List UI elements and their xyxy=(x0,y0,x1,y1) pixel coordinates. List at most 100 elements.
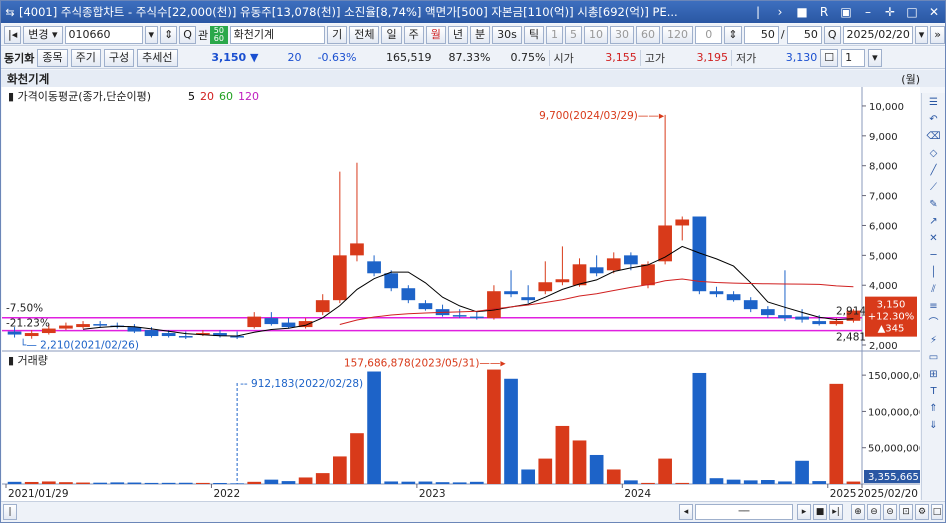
copy-icon[interactable]: ▣ xyxy=(835,3,857,21)
volume-bar xyxy=(795,460,809,484)
candle-body xyxy=(521,297,536,301)
code-dropdown-icon[interactable]: ▾ xyxy=(144,25,159,44)
candle-body xyxy=(829,320,844,325)
page-dropdown-icon[interactable]: ▾ xyxy=(868,48,882,67)
volume-bar xyxy=(24,481,39,484)
zero-field[interactable]: 0 xyxy=(694,25,723,44)
volume-bar xyxy=(7,481,22,484)
text-tool-icon[interactable]: T xyxy=(924,384,944,399)
scroll-forward-icon[interactable]: ▸ xyxy=(797,504,811,520)
stop-icon[interactable]: ■ xyxy=(791,3,813,21)
fibo-tool-icon[interactable]: ≡ xyxy=(924,299,944,314)
scroll-back-icon[interactable]: ◂ xyxy=(679,504,693,520)
page-input[interactable]: 1 xyxy=(841,48,866,67)
box-tool-icon[interactable]: ▭ xyxy=(924,350,944,365)
count-input-2[interactable]: 50 xyxy=(786,25,822,44)
volume-bar xyxy=(760,480,775,484)
vline-tool-icon[interactable]: │ xyxy=(924,265,944,280)
menu-icon[interactable]: ☰ xyxy=(924,95,944,110)
name-input[interactable]: 화천기계 xyxy=(229,25,326,44)
code-input[interactable]: 010660 xyxy=(64,25,143,44)
zigzag-tool-icon[interactable]: ⚡ xyxy=(924,333,944,348)
volume-bar xyxy=(675,482,690,484)
zero-stepper-icon[interactable]: ⇕ xyxy=(724,25,742,44)
pct-lower-label: -21.23% xyxy=(6,318,50,330)
minute-1[interactable]: 1 xyxy=(545,25,563,44)
hline-tool-icon[interactable]: ─ xyxy=(924,248,944,263)
stop-scroll-icon[interactable]: ■ xyxy=(813,504,827,520)
period-30s[interactable]: 30s xyxy=(492,25,522,44)
price-panel-bg xyxy=(2,87,920,349)
minute-60[interactable]: 60 xyxy=(635,25,660,44)
volume-tick-label: 150,000,000 xyxy=(868,371,920,382)
move-icon[interactable]: ✛ xyxy=(879,3,901,21)
period-button[interactable]: 주기 xyxy=(70,48,101,67)
grid-tool-icon[interactable]: ⊞ xyxy=(924,367,944,382)
minute-10[interactable]: 10 xyxy=(583,25,608,44)
stock-chart[interactable]: 10,0009,0008,0007,0006,0005,0004,0003,00… xyxy=(2,87,932,501)
pen-tool-icon[interactable]: ✎ xyxy=(924,197,944,212)
minute-120[interactable]: 120 xyxy=(661,25,693,44)
minimize-icon[interactable]: – xyxy=(857,3,879,21)
eraser-icon[interactable]: ◇ xyxy=(924,146,944,161)
zoom-in-icon[interactable]: ⊕ xyxy=(851,504,865,520)
x-tick-label: 2024 xyxy=(624,488,651,500)
gi-button[interactable]: 기 xyxy=(327,25,348,44)
count-input-1[interactable]: 50 xyxy=(743,25,779,44)
search-icon[interactable]: Q xyxy=(179,25,196,44)
volume-bar xyxy=(350,433,364,484)
zoom-fit-icon[interactable]: ⊡ xyxy=(899,504,913,520)
period-tick[interactable]: 틱 xyxy=(523,25,544,44)
period-year[interactable]: 년 xyxy=(447,25,468,44)
arrow-up-tool-icon[interactable]: ⇑ xyxy=(924,401,944,416)
minute-30[interactable]: 30 xyxy=(609,25,634,44)
period-day[interactable]: 일 xyxy=(381,25,402,44)
r-icon[interactable]: R xyxy=(813,3,835,21)
nav-right-icon[interactable]: › xyxy=(769,3,791,21)
volume-bar xyxy=(829,383,844,484)
page-checkbox[interactable]: ☐ xyxy=(820,48,839,67)
nav-left-icon[interactable]: | xyxy=(747,3,769,21)
channel-tool-icon[interactable]: ⫽ xyxy=(924,282,944,297)
zoom-reset-icon[interactable]: ⊝ xyxy=(883,504,897,520)
delete-all-icon[interactable]: ⌫ xyxy=(924,129,944,144)
period-minute[interactable]: 분 xyxy=(469,25,491,44)
more-icon[interactable]: » xyxy=(930,25,945,44)
fullscreen-icon[interactable]: □ xyxy=(931,504,943,520)
date-search-icon[interactable]: Q xyxy=(823,25,841,44)
arrow-down-tool-icon[interactable]: ⇓ xyxy=(924,418,944,433)
item-button[interactable]: 종목 xyxy=(37,48,68,67)
ray-tool-icon[interactable]: ⟋ xyxy=(924,180,944,195)
volume-bar xyxy=(624,480,638,484)
scroll-thumb[interactable]: ── xyxy=(695,504,793,520)
candle-body xyxy=(315,300,330,313)
volume-bar xyxy=(401,481,416,484)
close-icon[interactable]: ✕ xyxy=(923,3,945,21)
minute-5[interactable]: 5 xyxy=(564,25,582,44)
cross-tool-icon[interactable]: ✕ xyxy=(924,231,944,246)
line-tool-icon[interactable]: ╱ xyxy=(924,163,944,178)
x-tick-label: 2022 xyxy=(213,488,240,500)
trend-tool-icon[interactable]: ↗ xyxy=(924,214,944,229)
chart-area[interactable]: 10,0009,0008,0007,0006,0005,0004,0003,00… xyxy=(2,87,932,501)
sync-label[interactable]: 동기화 xyxy=(4,50,34,66)
period-month[interactable]: 월 xyxy=(425,25,446,44)
trendline-button[interactable]: 추세선 xyxy=(137,48,178,67)
zoom-out-icon[interactable]: ⊖ xyxy=(867,504,881,520)
toggle-icon[interactable]: |◂ xyxy=(4,25,22,44)
scroll-end-icon[interactable]: ▸| xyxy=(829,504,843,520)
period-week[interactable]: 주 xyxy=(403,25,424,44)
stepper-icon[interactable]: ⇕ xyxy=(160,25,178,44)
undo-icon[interactable]: ↶ xyxy=(924,112,944,127)
change-dropdown[interactable]: 변경 ▾ xyxy=(23,25,63,44)
maximize-icon[interactable]: □ xyxy=(901,3,923,21)
date-dropdown-icon[interactable]: ▾ xyxy=(914,25,929,44)
scroll-left-icon[interactable]: | xyxy=(3,504,17,520)
gwan-label[interactable]: 관 xyxy=(198,27,208,43)
cycle-tool-icon[interactable]: ⌒ xyxy=(924,316,944,331)
candle-body xyxy=(401,288,416,301)
date-input[interactable]: 2025/02/20 xyxy=(842,25,913,44)
compose-button[interactable]: 구성 xyxy=(103,48,135,67)
all-button[interactable]: 전체 xyxy=(349,25,380,44)
settings-icon[interactable]: ⚙ xyxy=(915,504,929,520)
